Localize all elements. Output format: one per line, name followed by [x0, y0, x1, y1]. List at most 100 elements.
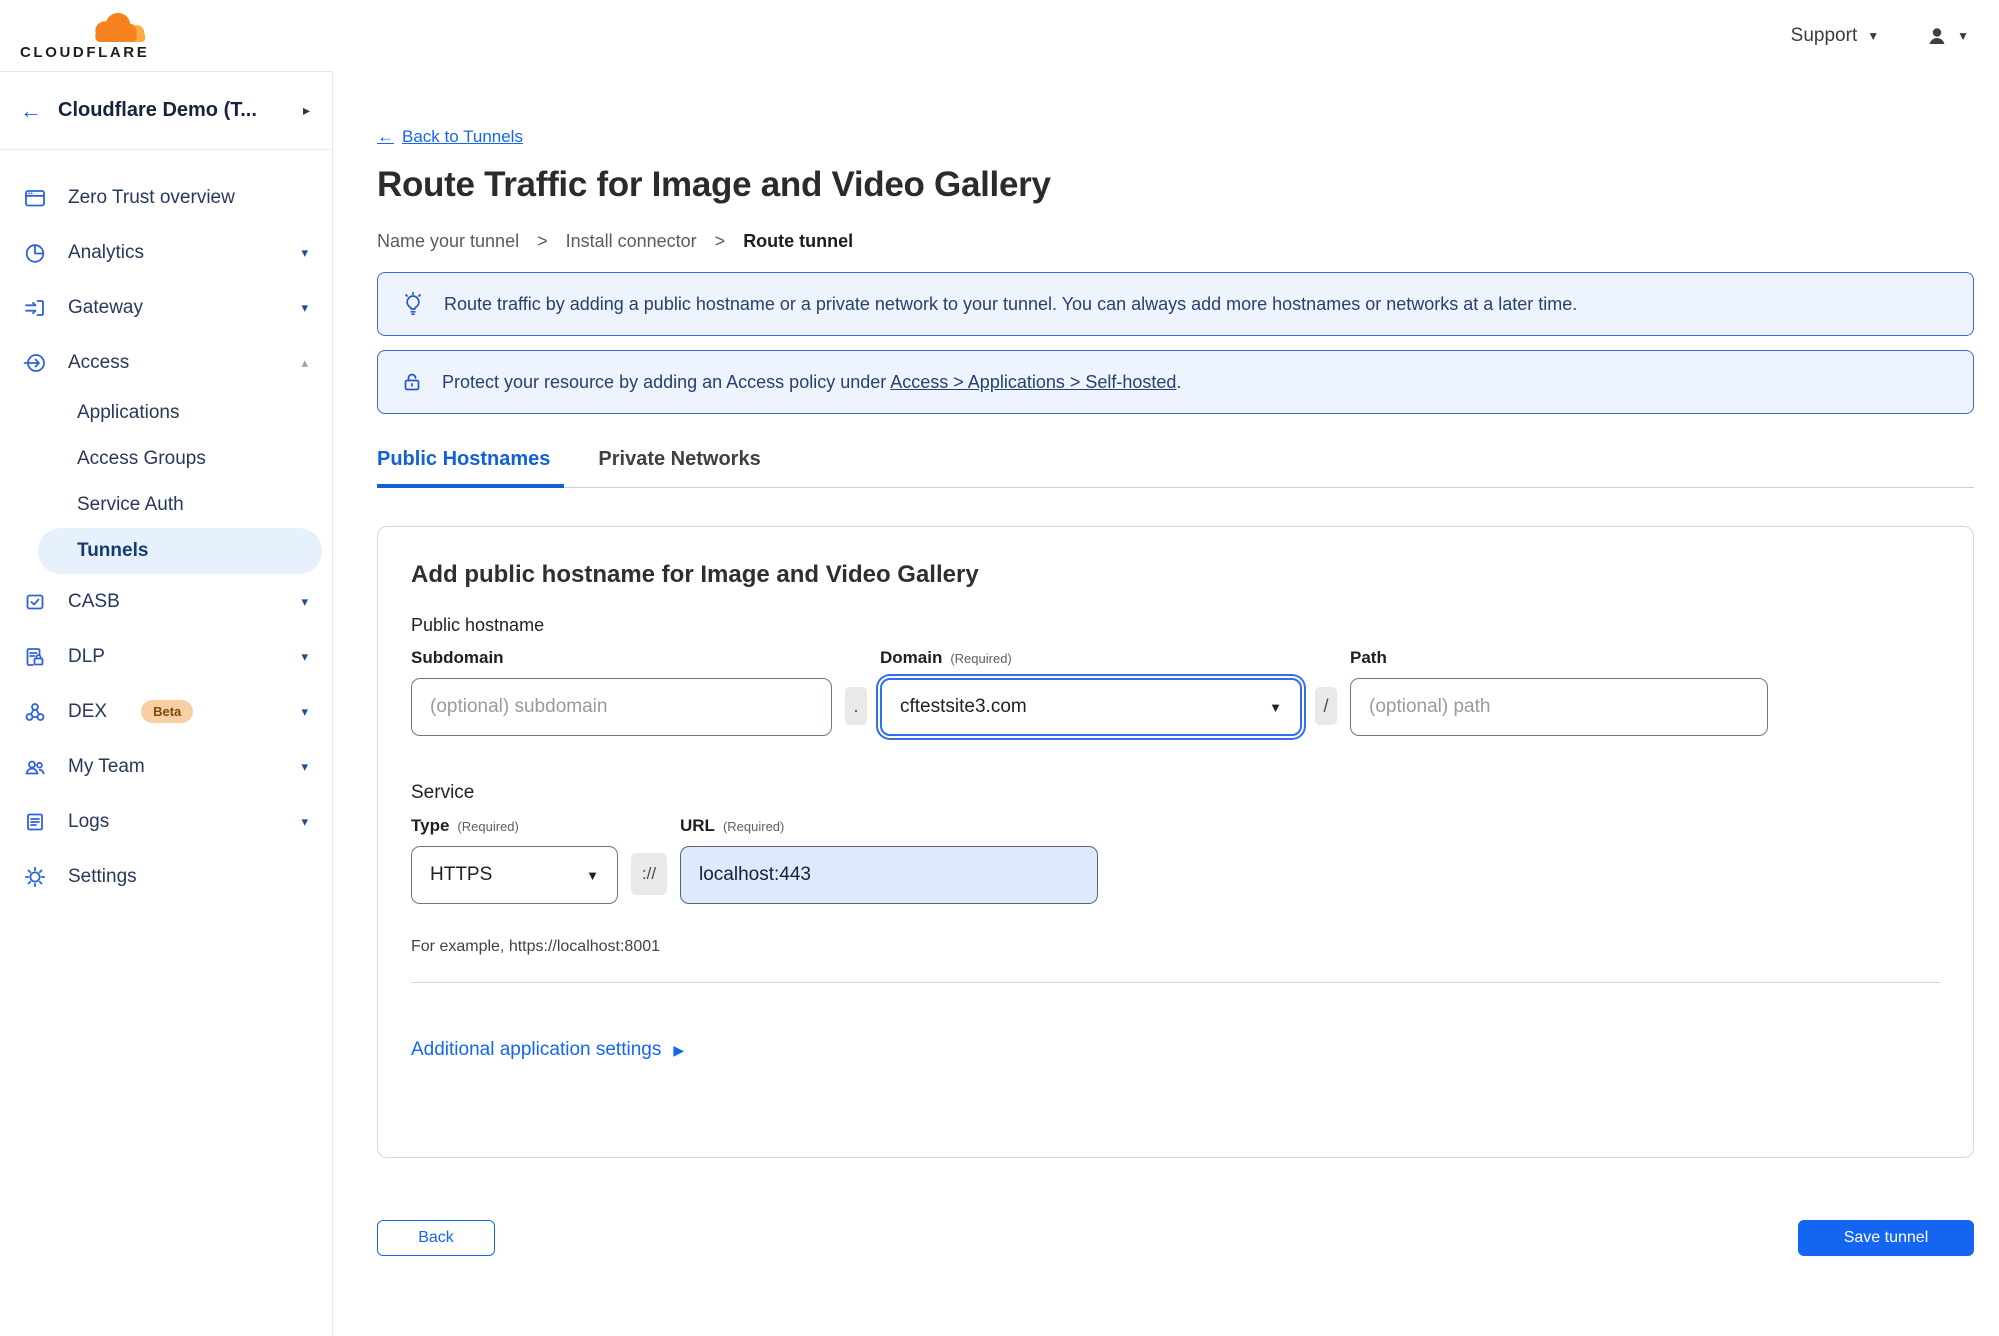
- step-route-tunnel: Route tunnel: [743, 231, 854, 251]
- sidebar-item-label: CASB: [68, 590, 120, 612]
- caret-down-icon[interactable]: ▾: [301, 245, 308, 261]
- card-heading: Add public hostname for Image and Video …: [411, 561, 979, 588]
- caret-down-icon[interactable]: ▾: [301, 300, 308, 316]
- type-label-text: Type: [411, 816, 450, 835]
- support-label: Support: [1790, 24, 1858, 46]
- tab-private-networks[interactable]: Private Networks: [598, 448, 766, 487]
- chevron-right-icon: ▶: [673, 1041, 685, 1058]
- beta-badge: Beta: [141, 700, 194, 723]
- protocol-separator: ://: [631, 853, 667, 895]
- additional-settings-label: Additional application settings: [411, 1039, 662, 1060]
- gear-icon: [22, 864, 48, 890]
- sidebar-item-access-groups[interactable]: Access Groups: [0, 436, 332, 482]
- sidebar-item-service-auth[interactable]: Service Auth: [0, 482, 332, 528]
- caret-down-icon[interactable]: ▾: [301, 704, 308, 720]
- caret-down-icon[interactable]: ▾: [301, 814, 308, 830]
- hostname-field-row: Subdomain . Domain (Required) cftestsite3…: [411, 648, 1940, 736]
- sidebar-item-tunnels[interactable]: Tunnels: [38, 528, 322, 574]
- sidebar-item-dlp[interactable]: DLP ▾: [0, 629, 332, 684]
- access-submenu: Applications Access Groups Service Auth …: [0, 390, 332, 574]
- service-url-input[interactable]: [680, 846, 1098, 904]
- sidebar-item-label: Gateway: [68, 296, 143, 318]
- back-to-tunnels-link[interactable]: ← Back to Tunnels: [377, 127, 523, 147]
- save-tunnel-button[interactable]: Save tunnel: [1798, 1220, 1974, 1256]
- user-menu[interactable]: ▼: [1925, 24, 1969, 48]
- domain-label: Domain (Required): [880, 648, 1302, 668]
- sidebar-item-label: Access: [68, 351, 130, 373]
- service-type-select[interactable]: HTTPS ▼: [411, 846, 618, 904]
- card-divider: [411, 982, 1940, 983]
- top-bar: CLOUDFLARE Support ▼ ▼: [0, 0, 1999, 71]
- step-separator: >: [714, 231, 726, 251]
- path-input[interactable]: [1350, 678, 1768, 736]
- step-name-your-tunnel: Name your tunnel: [377, 231, 520, 251]
- sidebar-item-label: Settings: [68, 865, 137, 887]
- cloudflare-logo: CLOUDFLARE: [20, 11, 160, 61]
- url-label: URL (Required): [680, 816, 1098, 836]
- sidebar-item-logs[interactable]: Logs ▾: [0, 794, 332, 849]
- sidebar-item-zero-trust-overview[interactable]: Zero Trust overview: [0, 170, 332, 225]
- account-name: Cloudflare Demo (T...: [58, 99, 257, 121]
- sidebar-item-label: My Team: [68, 755, 145, 777]
- protect-banner: Protect your resource by adding an Acces…: [377, 350, 1974, 414]
- logs-icon: [22, 809, 48, 835]
- add-hostname-card: Add public hostname for Image and Video …: [377, 526, 1974, 1158]
- team-icon: [22, 754, 48, 780]
- sidebar-item-label: Analytics: [68, 241, 145, 263]
- sidebar-item-access[interactable]: Access ▴: [0, 335, 332, 390]
- url-label-text: URL: [680, 816, 715, 835]
- gateway-icon: [22, 295, 48, 321]
- step-separator: >: [537, 231, 548, 251]
- dex-icon: [22, 699, 48, 725]
- sidebar-item-settings[interactable]: Settings: [0, 849, 332, 904]
- protect-text-after: .: [1176, 371, 1182, 392]
- url-required-hint: (Required): [722, 819, 785, 834]
- sidebar-item-casb[interactable]: CASB ▾: [0, 574, 332, 629]
- step-install-connector: Install connector: [565, 231, 697, 251]
- access-applications-self-hosted-link[interactable]: Access > Applications > Self-hosted: [890, 372, 1176, 392]
- sidebar-item-label: DLP: [68, 645, 105, 667]
- back-arrow-icon: ←: [377, 127, 394, 146]
- tab-public-hostnames[interactable]: Public Hostnames: [377, 448, 565, 488]
- sidebar-item-my-team[interactable]: My Team ▾: [0, 739, 332, 794]
- main-content: ← Back to Tunnels Route Traffic for Imag…: [333, 71, 1999, 1336]
- domain-label-text: Domain: [880, 648, 943, 667]
- type-label: Type (Required): [411, 816, 618, 836]
- caret-down-icon[interactable]: ▾: [301, 594, 308, 610]
- caret-down-icon: ▼: [586, 867, 599, 883]
- support-menu[interactable]: Support ▼: [1791, 25, 1879, 47]
- tab-bar: Public Hostnames Private Networks: [377, 448, 1974, 488]
- caret-down-icon[interactable]: ▾: [301, 649, 308, 665]
- protect-banner-text: Protect your resource by adding an Acces…: [442, 372, 1181, 393]
- dot-separator: .: [845, 687, 867, 725]
- url-example-hint: For example, https://localhost:8001: [411, 938, 661, 955]
- domain-select[interactable]: cftestsite3.com ▼: [880, 678, 1302, 736]
- service-field-row: Type (Required) HTTPS ▼ :// URL (Required): [411, 816, 1940, 904]
- sidebar-nav: Zero Trust overview Analytics ▾ Gateway …: [0, 150, 332, 904]
- caret-down-icon[interactable]: ▾: [301, 759, 308, 775]
- additional-settings-toggle[interactable]: Additional application settings ▶: [411, 1039, 684, 1061]
- back-button[interactable]: Back: [377, 1220, 495, 1256]
- page-title: Route Traffic for Image and Video Galler…: [377, 165, 1051, 204]
- breadcrumb: Name your tunnel > Install connector > R…: [377, 231, 1974, 252]
- back-link-label: Back to Tunnels: [402, 127, 523, 146]
- service-type-value: HTTPS: [430, 864, 493, 885]
- caret-down-icon: ▼: [1957, 28, 1969, 43]
- caret-up-icon[interactable]: ▴: [301, 355, 308, 371]
- lightbulb-icon: [400, 291, 426, 317]
- lock-icon: [400, 370, 424, 394]
- sidebar-account-header: ← Cloudflare Demo (T... ▸: [0, 72, 332, 150]
- subdomain-input[interactable]: [411, 678, 832, 736]
- back-arrow-icon[interactable]: ←: [20, 99, 42, 122]
- path-label: Path: [1350, 648, 1387, 667]
- analytics-icon: [22, 240, 48, 266]
- access-icon: [22, 350, 48, 376]
- sidebar-item-applications[interactable]: Applications: [0, 390, 332, 436]
- sidebar-item-gateway[interactable]: Gateway ▾: [0, 280, 332, 335]
- chevron-right-icon[interactable]: ▸: [303, 102, 310, 119]
- sidebar: ← Cloudflare Demo (T... ▸ Zero Trust ove…: [0, 71, 333, 1336]
- sidebar-item-dex[interactable]: DEX Beta ▾: [0, 684, 332, 739]
- type-required-hint: (Required): [457, 819, 519, 834]
- sidebar-item-analytics[interactable]: Analytics ▾: [0, 225, 332, 280]
- public-hostname-label: Public hostname: [411, 615, 545, 635]
